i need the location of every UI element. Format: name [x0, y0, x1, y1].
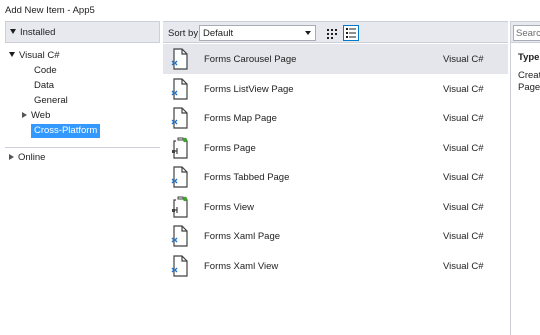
item-language: Visual C#	[443, 113, 484, 124]
grid-view-button[interactable]	[324, 25, 340, 41]
item-language: Visual C#	[443, 83, 484, 95]
category-tree: Visual C# Code Data General Web Cross-Pl…	[5, 48, 160, 138]
list-item[interactable]: Forms Xaml Page Visual C#	[163, 221, 508, 251]
description-line: Creat	[518, 70, 540, 81]
xaml-page-icon	[171, 107, 189, 129]
grid-view-icon	[327, 29, 337, 39]
xaml-page-icon	[171, 77, 189, 100]
window-title: Add New Item - App5	[0, 0, 540, 20]
item-name: Forms ListView Page	[204, 83, 294, 95]
collapse-arrow-icon[interactable]	[9, 154, 14, 160]
xaml-page-icon	[171, 254, 189, 277]
tree-item-code[interactable]: Code	[5, 63, 160, 78]
item-name: Forms Page	[204, 142, 256, 154]
installed-header[interactable]: Installed	[5, 21, 160, 43]
sort-toolbar: Sort by: Default	[163, 21, 508, 43]
tree-item-label: Cross-Platform	[31, 124, 101, 138]
list-item[interactable]: Forms Tabbed Page Visual C#	[163, 162, 508, 192]
list-item[interactable]: Forms Xaml View Visual C#	[163, 251, 508, 281]
tree-item-label: Web	[31, 110, 51, 121]
list-item[interactable]: Forms Carousel Page Visual C#	[163, 44, 508, 74]
csharp-page-icon	[171, 137, 189, 159]
item-language: Visual C#	[443, 260, 484, 272]
tree-item-data[interactable]: Data	[5, 78, 160, 93]
template-category-panel: Installed Visual C# Code Data General We…	[5, 21, 160, 335]
item-name: Forms Tabbed Page	[204, 172, 290, 183]
tree-item-web[interactable]: Web	[5, 108, 160, 123]
item-description: Creat Page	[518, 70, 540, 94]
list-view-button[interactable]	[343, 25, 359, 41]
sort-value: Default	[203, 28, 234, 39]
online-label: Online	[18, 152, 46, 163]
list-view-icon	[346, 28, 356, 38]
list-item[interactable]: Forms Page Visual C#	[163, 133, 508, 163]
chevron-down-icon	[305, 31, 311, 35]
expand-arrow-icon	[10, 29, 16, 34]
item-name: Forms View	[204, 201, 254, 213]
tree-item-visual-csharp[interactable]: Visual C#	[5, 48, 160, 63]
item-language: Visual C#	[443, 142, 484, 154]
tree-item-label: Visual C#	[19, 50, 60, 61]
csharp-page-icon	[171, 196, 189, 218]
item-name: Forms Xaml View	[204, 260, 279, 272]
item-name: Forms Xaml Page	[204, 231, 281, 242]
item-name: Forms Map Page	[204, 113, 277, 124]
list-item[interactable]: Forms View Visual C#	[163, 192, 508, 222]
xaml-page-icon	[171, 225, 189, 247]
search-bar: Search	[511, 21, 540, 43]
template-list-panel: Sort by: Default Forms Carousel Page Vis…	[163, 21, 508, 335]
xaml-page-icon	[171, 166, 189, 188]
item-language: Visual C#	[443, 231, 484, 242]
expand-arrow-icon[interactable]	[9, 52, 15, 57]
sort-label: Sort by:	[168, 28, 201, 39]
xaml-page-icon	[171, 48, 189, 70]
search-input[interactable]: Search	[513, 25, 540, 41]
item-language: Visual C#	[443, 172, 484, 183]
item-language: Visual C#	[443, 54, 484, 65]
list-item[interactable]: Forms Map Page Visual C#	[163, 103, 508, 133]
sort-dropdown[interactable]: Default	[199, 25, 316, 41]
tree-item-label: Data	[34, 80, 55, 91]
tree-item-general[interactable]: General	[5, 93, 160, 108]
installed-label: Installed	[20, 27, 56, 38]
tree-item-label: Code	[34, 65, 57, 76]
item-language: Visual C#	[443, 201, 484, 213]
list-item[interactable]: Forms ListView Page Visual C#	[163, 74, 508, 104]
online-category[interactable]: Online	[5, 147, 160, 167]
template-list: Forms Carousel Page Visual C# Forms List…	[163, 44, 508, 280]
type-label: Type	[518, 52, 540, 63]
item-name: Forms Carousel Page	[204, 54, 297, 65]
tree-item-cross-platform[interactable]: Cross-Platform	[5, 123, 160, 138]
description-line: Page	[518, 82, 540, 93]
collapse-arrow-icon[interactable]	[22, 112, 27, 118]
tree-item-label: General	[34, 95, 68, 106]
details-panel: Search Type Creat Page	[510, 21, 540, 335]
